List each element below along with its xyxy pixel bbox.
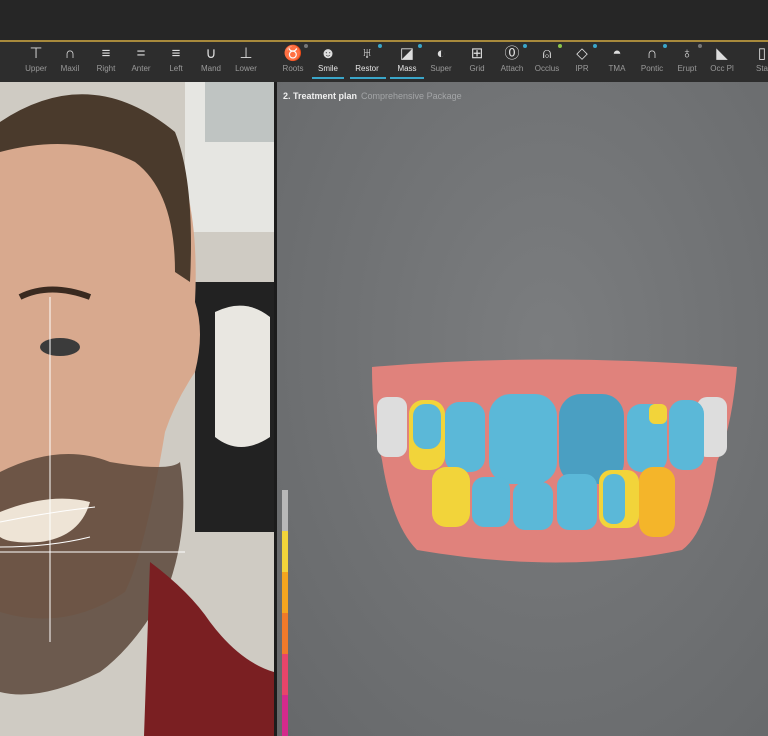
toolbar-button-maxil[interactable]: ∩ Maxil: [51, 44, 89, 73]
toolbar-button-right[interactable]: ≡ Right: [87, 44, 125, 73]
toolbar-button-upper[interactable]: ⊤ Upper: [17, 44, 55, 73]
smile-icon: ☻: [320, 45, 336, 62]
status-dot: [663, 44, 667, 48]
grid-icon: ⊞: [470, 45, 484, 62]
toolbar-label: Super: [430, 64, 452, 73]
scale-segment: [282, 572, 288, 613]
scale-segment: [282, 695, 288, 736]
toolbar-label: Smile: [317, 64, 338, 73]
scale-segment: [282, 654, 288, 695]
dental-model[interactable]: [277, 82, 768, 736]
scale-segment: [282, 490, 288, 531]
toolbar-button-erupt[interactable]: ♁ Erupt: [668, 44, 706, 73]
toolbar-button-occ-pl[interactable]: ◣ Occ Pl: [703, 44, 741, 73]
title-bar: [0, 0, 768, 40]
toolbar-button-smile[interactable]: ☻ Smile: [309, 44, 347, 73]
toolbar-label: IPR: [575, 64, 589, 73]
toolbar-label: Restor: [355, 64, 379, 73]
right-view-icon: ≡: [101, 45, 111, 62]
toolbar-button-restor[interactable]: ♅ Restor: [348, 44, 386, 73]
toolbar-label: Occlus: [534, 64, 560, 73]
active-underline: [390, 77, 424, 79]
toolbar-button-lower[interactable]: ⊥ Lower: [227, 44, 265, 73]
toolbar-button-mass[interactable]: ◪ Mass: [388, 44, 426, 73]
active-underline: [350, 77, 386, 79]
maxillary-icon: ∩: [64, 45, 76, 62]
toolbar-label: Occ Pl: [710, 64, 734, 73]
toolbar-label: Grid: [469, 64, 485, 73]
toolbar-button-left[interactable]: ≡ Left: [157, 44, 195, 73]
toolbar-button-occlus[interactable]: ⍝ Occlus: [528, 44, 566, 73]
toolbar-label: Upper: [25, 64, 47, 73]
toolbar-button-attach[interactable]: ⓪ Attach: [493, 44, 531, 73]
patient-face-image: [0, 82, 274, 736]
status-dot: [698, 44, 702, 48]
toolbar-label: Pontic: [640, 64, 664, 73]
toolbar-label: Anter: [131, 64, 151, 73]
toolbar-button-pontic[interactable]: ∩ Pontic: [633, 44, 671, 73]
toolbar-button-roots[interactable]: ♉ Roots: [274, 44, 312, 73]
status-dot: [378, 44, 382, 48]
toolbar-label: Maxil: [60, 64, 80, 73]
tma-gauge-icon: ◓: [612, 45, 622, 62]
toolbar-label: Mand: [200, 64, 221, 73]
toolbar-label: Sta: [755, 64, 768, 73]
superimpose-icon: ◐: [436, 45, 446, 62]
toolbar-button-sta[interactable]: ▯ Sta: [743, 44, 768, 73]
mandibular-icon: ∪: [205, 45, 217, 62]
toolbar-label: Left: [169, 64, 183, 73]
scale-segment: [282, 531, 288, 572]
toolbar-label: Erupt: [677, 64, 697, 73]
status-dot: [523, 44, 527, 48]
toolbar-label: Lower: [235, 64, 257, 73]
toolbar-button-ipr[interactable]: ◇ IPR: [563, 44, 601, 73]
status-dot: [558, 44, 562, 48]
left-view-icon: ≡: [171, 45, 181, 62]
toolbar-label: Attach: [500, 64, 524, 73]
toolbar-button-mand[interactable]: ∪ Mand: [192, 44, 230, 73]
toolbar-label: Mass: [397, 64, 417, 73]
lower-arch-icon: ⊥: [239, 45, 253, 62]
upper-arch-icon: ⊤: [29, 45, 43, 62]
treatment-3d-viewport[interactable]: 2. Treatment plan Comprehensive Package: [277, 82, 768, 736]
toolbar-button-anter[interactable]: = Anter: [122, 44, 160, 73]
toolbar-label: TMA: [608, 64, 626, 73]
scale-segment: [282, 613, 288, 654]
patient-photo: [0, 82, 274, 736]
active-underline: [312, 77, 344, 79]
toolbar-button-super[interactable]: ◐ Super: [422, 44, 460, 73]
toolbar: ⊤ Upper ∩ Maxil ≡ Right = Anter ≡ Left ∪ Mand ⊥ Lower…: [0, 42, 768, 82]
color-scale-bar: [282, 490, 288, 736]
status-dot: [593, 44, 597, 48]
anterior-view-icon: =: [136, 45, 146, 62]
toolbar-button-grid[interactable]: ⊞ Grid: [458, 44, 496, 73]
toolbar-label: Roots: [282, 64, 304, 73]
status-dot: [304, 44, 308, 48]
staging-icon: ▯: [757, 45, 767, 62]
toolbar-label: Right: [96, 64, 116, 73]
occlusal-plane-icon: ◣: [716, 45, 728, 62]
toolbar-button-tma[interactable]: ◓ TMA: [598, 44, 636, 73]
